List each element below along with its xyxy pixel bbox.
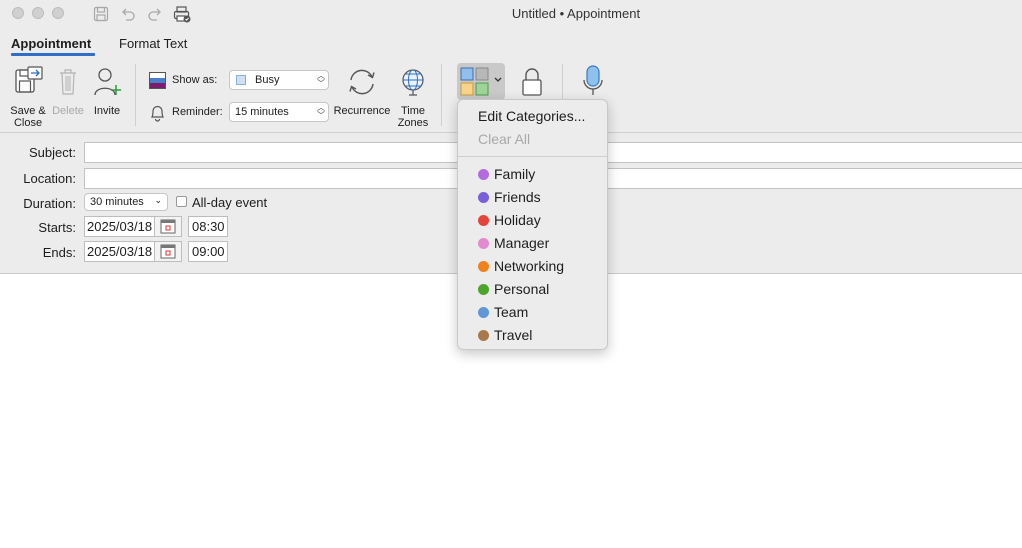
save-close-icon xyxy=(15,66,43,93)
duration-value: 30 minutes xyxy=(90,196,144,208)
time-zones-label-1: Time xyxy=(400,105,426,117)
save-close-button[interactable]: Save & Close xyxy=(6,66,50,129)
ribbon-separator xyxy=(441,64,442,126)
category-label: Team xyxy=(494,304,529,320)
category-color-dot xyxy=(478,215,489,226)
delete-button[interactable]: Delete xyxy=(51,66,85,117)
end-time-input[interactable]: 09:00 xyxy=(188,241,228,262)
show-as-value: Busy xyxy=(255,74,280,86)
reminder-select[interactable]: 15 minutes ︿ ﹀ xyxy=(229,102,329,122)
subject-label: Subject: xyxy=(29,145,76,160)
stepper-arrows-icon: ︿ ﹀ xyxy=(317,103,325,120)
stepper-arrows-icon: ︿ ﹀ xyxy=(317,71,325,88)
recurrence-button[interactable]: Recurrence xyxy=(332,66,392,117)
invite-button[interactable]: Invite xyxy=(89,66,125,117)
window-title: Untitled • Appointment xyxy=(511,6,641,21)
reminder-label: Reminder: xyxy=(172,106,223,118)
show-as-icon xyxy=(149,72,166,92)
lock-icon xyxy=(522,68,542,96)
time-zones-label-2: Zones xyxy=(397,117,429,129)
category-label: Friends xyxy=(494,189,541,205)
recurrence-label: Recurrence xyxy=(333,105,391,117)
show-as-label: Show as: xyxy=(172,74,218,86)
end-date-input[interactable]: 2025/03/18 xyxy=(84,241,182,262)
category-label: Personal xyxy=(494,281,550,297)
all-day-checkbox[interactable] xyxy=(176,196,187,207)
show-as-select[interactable]: Busy ︿ ﹀ xyxy=(229,70,329,90)
category-label: Manager xyxy=(494,235,550,251)
tab-appointment[interactable]: Appointment xyxy=(11,36,91,51)
trash-icon xyxy=(60,69,76,95)
save-close-label-2: Close xyxy=(13,117,43,129)
ribbon-tabs: Appointment Format Text xyxy=(0,28,1022,58)
time-zones-button[interactable]: Time Zones xyxy=(393,66,433,129)
save-close-label-1: Save & xyxy=(10,105,46,117)
location-label: Location: xyxy=(23,171,76,186)
clear-all-item: Clear All xyxy=(478,131,531,147)
bell-icon xyxy=(149,104,166,125)
categories-menu: Edit Categories... Clear All Family Frie… xyxy=(457,99,608,350)
title-bar: Untitled • Appointment xyxy=(0,0,1022,28)
end-date-value: 2025/03/18 xyxy=(87,244,153,259)
category-color-dot xyxy=(478,307,489,318)
start-time-input[interactable]: 08:30 xyxy=(188,216,228,237)
start-time-value: 08:30 xyxy=(192,219,225,234)
start-date-input[interactable]: 2025/03/18 xyxy=(84,216,182,237)
edit-categories-item[interactable]: Edit Categories... xyxy=(478,108,585,124)
category-color-dot xyxy=(478,169,489,180)
delete-label: Delete xyxy=(52,105,84,117)
category-color-dot xyxy=(478,192,489,203)
tab-format-text[interactable]: Format Text xyxy=(119,36,187,51)
start-date-value: 2025/03/18 xyxy=(87,219,153,234)
duration-label: Duration: xyxy=(23,196,76,211)
category-label: Family xyxy=(494,166,536,182)
reminder-value: 15 minutes xyxy=(235,106,289,118)
categorize-button[interactable] xyxy=(457,63,505,100)
all-day-label: All-day event xyxy=(192,195,268,210)
busy-swatch xyxy=(236,75,246,85)
chevron-down-icon: ⌄ xyxy=(154,195,162,205)
ends-label: Ends: xyxy=(42,245,76,260)
invite-label: Invite xyxy=(93,105,121,117)
category-color-dot xyxy=(478,261,489,272)
globe-icon xyxy=(402,69,424,96)
recurrence-icon xyxy=(349,69,375,95)
ribbon-separator xyxy=(135,64,136,126)
category-color-dot xyxy=(478,330,489,341)
menu-divider xyxy=(458,156,607,157)
category-color-dot xyxy=(478,238,489,249)
add-person-icon xyxy=(94,68,121,96)
end-time-value: 09:00 xyxy=(192,244,225,259)
category-color-dot xyxy=(478,284,489,295)
category-label: Travel xyxy=(494,327,533,343)
category-label: Holiday xyxy=(494,212,541,228)
category-label: Networking xyxy=(494,258,565,274)
microphone-icon xyxy=(583,65,603,95)
dictate-button[interactable] xyxy=(580,64,606,101)
duration-select[interactable]: 30 minutes ⌄ xyxy=(84,193,168,211)
categorize-icon xyxy=(460,67,502,96)
active-tab-indicator xyxy=(11,53,95,56)
private-button[interactable] xyxy=(519,66,545,101)
calendar-icon[interactable] xyxy=(154,217,181,236)
calendar-icon[interactable] xyxy=(154,242,181,261)
starts-label: Starts: xyxy=(38,220,76,235)
